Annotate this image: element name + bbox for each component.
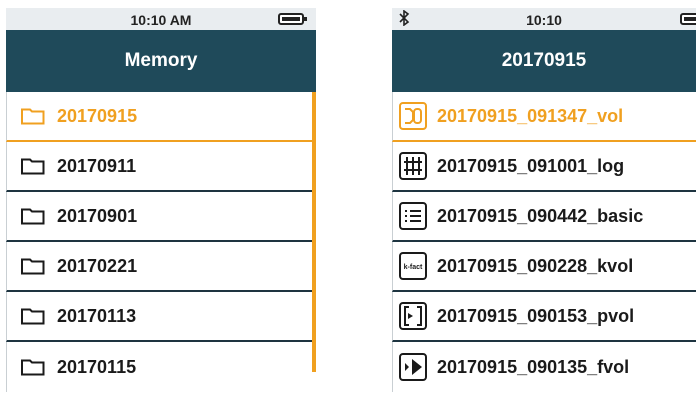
folder-name: 20170221 xyxy=(57,255,138,276)
folder-row-20170911[interactable]: 20170911 xyxy=(6,142,316,192)
status-time: 10:10 AM xyxy=(130,12,192,28)
page-title-text: Memory xyxy=(124,50,198,71)
log-icon xyxy=(399,152,427,180)
folder-row-20170115[interactable]: 20170115 xyxy=(6,342,316,392)
folder-name: 20170113 xyxy=(57,305,137,326)
page-title-text: 20170915 xyxy=(501,50,587,71)
fvol-icon xyxy=(399,353,427,381)
file-name: 20170915_090228_kvol xyxy=(437,255,634,276)
status-time: 10:10 xyxy=(526,12,562,28)
status-bar: 10:10 AM xyxy=(6,8,316,30)
folder-name: 20170915 xyxy=(57,105,138,126)
file-name: 20170915_091347_vol xyxy=(437,105,624,126)
folder-name: 20170901 xyxy=(57,205,138,226)
folder-row-20170113[interactable]: 20170113 xyxy=(6,292,316,342)
basic-icon xyxy=(399,202,427,230)
file-row-pvol[interactable]: 20170915_090153_pvol xyxy=(392,292,696,342)
folder-icon xyxy=(21,208,45,224)
file-name: 20170915_090153_pvol xyxy=(437,305,635,326)
vol-icon xyxy=(399,102,427,130)
file-row-basic[interactable]: 20170915_090442_basic xyxy=(392,192,696,242)
folder-row-20170915[interactable]: 20170915 xyxy=(6,92,316,142)
battery-icon xyxy=(278,13,307,25)
file-name: 20170915_091001_log xyxy=(437,155,625,176)
kfact-icon-label: k-fact xyxy=(404,264,423,271)
folder-name: 20170115 xyxy=(57,356,137,377)
folder-name: 20170911 xyxy=(57,155,137,176)
status-bar: 10:10 xyxy=(392,8,696,30)
file-name: 20170915_090442_basic xyxy=(437,205,644,226)
file-row-vol[interactable]: 20170915_091347_vol xyxy=(392,92,696,142)
folder-icon xyxy=(21,258,45,274)
file-name: 20170915_090135_fvol xyxy=(437,356,630,377)
folder-row-20170221[interactable]: 20170221 xyxy=(6,242,316,292)
folder-icon xyxy=(21,158,45,174)
kfact-icon: k-fact xyxy=(399,252,427,280)
folder-icon xyxy=(21,359,45,375)
folder-contents-screen: 10:10 20170915 20170915_091347_vol 20170… xyxy=(392,8,696,418)
file-row-fvol[interactable]: 20170915_090135_fvol xyxy=(392,342,696,392)
battery-icon xyxy=(680,13,696,25)
scrollbar[interactable] xyxy=(312,92,316,372)
folder-row-20170901[interactable]: 20170901 xyxy=(6,192,316,242)
memory-screen: 10:10 AM Memory 20170915 20170911 201709… xyxy=(6,8,316,418)
page-title: Memory xyxy=(6,30,316,92)
file-row-log[interactable]: 20170915_091001_log xyxy=(392,142,696,192)
folder-list: 20170915 20170911 20170901 20170221 2017… xyxy=(6,92,316,392)
pvol-icon xyxy=(399,302,427,330)
file-row-kvol[interactable]: k-fact 20170915_090228_kvol xyxy=(392,242,696,292)
page-title: 20170915 xyxy=(392,30,696,92)
folder-icon xyxy=(21,308,45,324)
folder-icon xyxy=(21,108,45,124)
file-list: 20170915_091347_vol 20170915_091001_log … xyxy=(392,92,696,392)
